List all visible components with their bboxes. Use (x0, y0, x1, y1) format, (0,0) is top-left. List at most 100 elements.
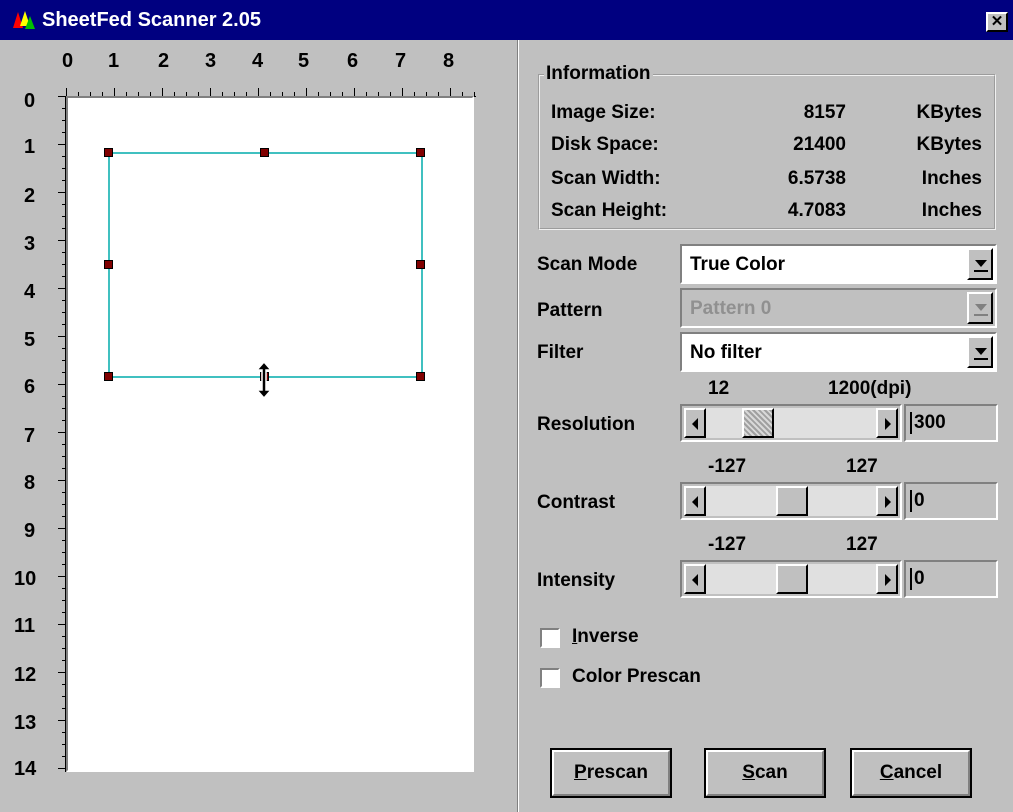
contrast-max: 127 (846, 456, 878, 477)
ruler-left-label: 13 (14, 712, 37, 734)
close-button[interactable]: ✕ (986, 12, 1008, 32)
ruler-tick (62, 732, 66, 733)
ruler-tick (150, 92, 151, 96)
ruler-tick (62, 444, 66, 445)
cancel-button[interactable]: Cancel (850, 748, 972, 798)
dropdown-bar-icon (974, 314, 988, 316)
contrast-slider[interactable] (680, 482, 902, 520)
ruler-tick (58, 528, 66, 529)
ruler-tick (246, 92, 247, 96)
ruler-top-label: 0 (62, 50, 74, 72)
filter-label: Filter (537, 342, 584, 363)
resize-handle-bottom-left[interactable] (104, 372, 113, 381)
inverse-checkbox[interactable] (540, 628, 560, 648)
resize-handle-left[interactable] (104, 260, 113, 269)
intensity-slider[interactable] (680, 560, 902, 598)
ruler-tick (366, 92, 367, 96)
intensity-decrease-button[interactable] (684, 564, 706, 594)
ruler-tick (378, 92, 379, 96)
prescan-button[interactable]: Prescan (550, 748, 672, 798)
scan-mode-dropdown[interactable]: True Color (680, 244, 997, 284)
ruler-tick (306, 88, 307, 96)
ruler-tick (58, 384, 66, 385)
info-value-scan-height: 4.7083 (787, 200, 846, 221)
intensity-value-field[interactable]: 0 (904, 560, 998, 598)
ruler-tick (58, 144, 66, 145)
resolution-increase-button[interactable] (876, 408, 898, 438)
color-prescan-checkbox[interactable] (540, 668, 560, 688)
scan-mode-label: Scan Mode (537, 254, 638, 275)
ruler-tick (62, 108, 66, 109)
intensity-value: 0 (910, 568, 925, 590)
contrast-decrease-button[interactable] (684, 486, 706, 516)
ruler-tick (62, 300, 66, 301)
prescan-label-rest: rescan (586, 762, 648, 783)
scan-mode-dropdown-button[interactable] (967, 248, 993, 280)
ruler-tick (62, 744, 66, 745)
ruler-tick (198, 92, 199, 96)
scan-area-selection[interactable] (104, 148, 425, 381)
resize-handle-top[interactable] (260, 148, 269, 157)
resize-cursor-icon (255, 360, 273, 400)
ruler-tick (58, 624, 66, 625)
resize-handle-bottom-right[interactable] (416, 372, 425, 381)
scan-mode-value: True Color (690, 254, 786, 275)
resize-handle-top-left[interactable] (104, 148, 113, 157)
ruler-tick (330, 92, 331, 96)
ruler-tick (210, 88, 211, 96)
ruler-left-label: 9 (24, 520, 36, 542)
contrast-thumb[interactable] (776, 486, 808, 516)
contrast-increase-button[interactable] (876, 486, 898, 516)
close-icon: ✕ (990, 13, 1004, 30)
scan-button[interactable]: Scan (704, 748, 826, 798)
ruler-tick (58, 288, 66, 289)
ruler-left-label: 1 (24, 136, 36, 158)
ruler-tick (62, 120, 66, 121)
resolution-max: 1200(dpi) (828, 378, 912, 399)
ruler-tick (62, 492, 66, 493)
resize-handle-right[interactable] (416, 260, 425, 269)
ruler-tick (62, 456, 66, 457)
ruler-tick (62, 156, 66, 157)
info-unit-disk-space: KBytes (916, 134, 982, 155)
resolution-track[interactable] (706, 408, 876, 438)
resolution-thumb[interactable] (742, 408, 774, 438)
ruler-tick (62, 660, 66, 661)
resolution-decrease-button[interactable] (684, 408, 706, 438)
ruler-tick (426, 92, 427, 96)
info-value-image-size: 8157 (803, 102, 846, 123)
ruler-tick (62, 372, 66, 373)
inverse-label[interactable]: Inverse (572, 626, 639, 648)
ruler-top-label: 3 (205, 50, 217, 72)
resolution-slider[interactable] (680, 404, 902, 442)
info-label-scan-height: Scan Height: (551, 200, 668, 221)
ruler-tick (282, 92, 283, 96)
intensity-label: Intensity (537, 570, 616, 591)
chevron-down-icon (975, 260, 987, 267)
ruler-tick (258, 88, 259, 96)
ruler-tick (58, 432, 66, 433)
ruler-tick (438, 92, 439, 96)
intensity-increase-button[interactable] (876, 564, 898, 594)
filter-dropdown-button[interactable] (967, 336, 993, 368)
ruler-tick (138, 92, 139, 96)
resolution-label: Resolution (537, 414, 636, 435)
resolution-value: 300 (910, 412, 946, 434)
intensity-max: 127 (846, 534, 878, 555)
pattern-dropdown: Pattern 0 (680, 288, 997, 328)
ruler-tick (62, 516, 66, 517)
ruler-tick (58, 192, 66, 193)
scanner-window: SheetFed Scanner 2.05 ✕ 0 1 2 3 4 5 6 7 … (0, 0, 1013, 812)
contrast-value-field[interactable]: 0 (904, 482, 998, 520)
color-prescan-label[interactable]: Color Prescan (572, 666, 701, 688)
resize-handle-top-right[interactable] (416, 148, 425, 157)
ruler-tick (62, 588, 66, 589)
ruler-left-label: 5 (24, 329, 36, 351)
intensity-thumb[interactable] (776, 564, 808, 594)
filter-dropdown[interactable]: No filter (680, 332, 997, 372)
ruler-tick (474, 92, 475, 96)
ruler-tick (62, 504, 66, 505)
ruler-left-label: 4 (24, 281, 36, 303)
ruler-tick (62, 216, 66, 217)
resolution-value-field[interactable]: 300 (904, 404, 998, 442)
